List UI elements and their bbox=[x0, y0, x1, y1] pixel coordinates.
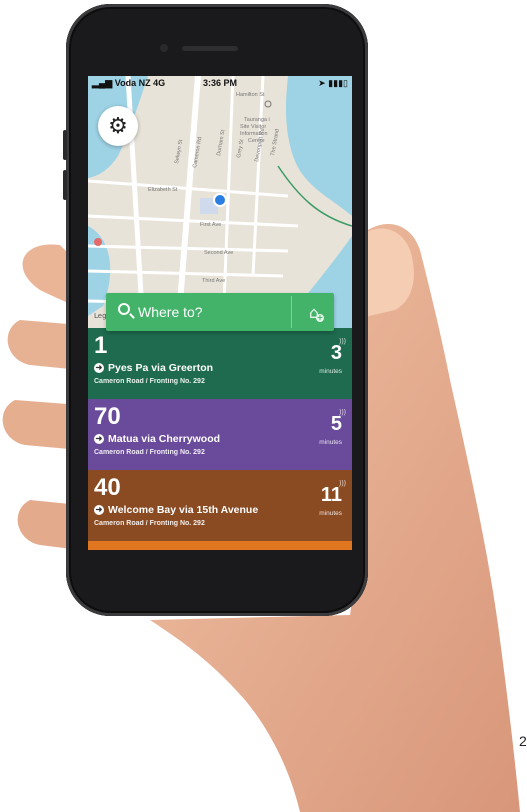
route-card[interactable]: 40 ➜ Welcome Bay via 15th Avenue Cameron… bbox=[88, 470, 352, 541]
map-attribution[interactable]: Leg bbox=[94, 312, 107, 320]
search-divider bbox=[291, 296, 292, 328]
front-camera bbox=[160, 44, 168, 52]
volume-button bbox=[63, 130, 67, 160]
search-input[interactable] bbox=[138, 302, 288, 322]
route-number: 1 bbox=[94, 332, 108, 359]
settings-button[interactable]: ⚙ bbox=[98, 106, 138, 146]
route-destination: ➜ Pyes Pa via Greerton bbox=[94, 362, 214, 374]
svg-text:Second Ave: Second Ave bbox=[204, 250, 233, 256]
route-destination: ➜ Welcome Bay via 15th Avenue bbox=[94, 504, 259, 516]
arrow-right-icon: ➜ bbox=[94, 363, 104, 373]
svg-text:Third Ave: Third Ave bbox=[202, 278, 225, 284]
route-eta-unit: minutes bbox=[319, 439, 342, 446]
route-stop: Cameron Road / Fronting No. 292 bbox=[94, 449, 205, 456]
route-number: 40 bbox=[94, 474, 121, 501]
status-time: 3:36 PM bbox=[202, 78, 237, 88]
route-destination: ➜ Matua via Cherrywood bbox=[94, 433, 221, 445]
route-stop: Cameron Road / Fronting No. 292 bbox=[94, 520, 205, 527]
battery-icon: ➤ ▮▮▮▯ bbox=[318, 78, 348, 88]
status-bar: ▂▄▆ Voda NZ 4G 3:36 PM ➤ ▮▮▮▯ bbox=[88, 76, 352, 92]
route-list: 1 ➜ Pyes Pa via Greerton Cameron Road / … bbox=[88, 328, 352, 541]
svg-text:First Ave: First Ave bbox=[200, 222, 221, 228]
route-eta: 11 bbox=[320, 484, 342, 506]
gear-icon: ⚙ bbox=[108, 113, 128, 139]
svg-text:Hamilton St: Hamilton St bbox=[236, 92, 265, 98]
app-screen: ▂▄▆ Voda NZ 4G 3:36 PM ➤ ▮▮▮▯ Hamilton S… bbox=[88, 76, 352, 550]
route-number: 70 bbox=[94, 403, 121, 430]
plus-icon: + bbox=[316, 313, 324, 322]
search-bar[interactable]: ⌂ + bbox=[106, 293, 334, 331]
route-eta: 3 bbox=[330, 342, 342, 364]
route-card[interactable]: 70 ➜ Matua via Cherrywood Cameron Road /… bbox=[88, 399, 352, 470]
search-icon bbox=[118, 303, 130, 315]
arrow-right-icon: ➜ bbox=[94, 505, 104, 515]
route-eta-unit: minutes bbox=[319, 368, 342, 375]
page-marker: 2 bbox=[519, 733, 527, 749]
route-eta: 5 bbox=[330, 413, 342, 435]
svg-text:Tauranga i: Tauranga i bbox=[244, 117, 270, 123]
route-eta-unit: minutes bbox=[319, 510, 342, 517]
arrow-right-icon: ➜ bbox=[94, 434, 104, 444]
volume-button bbox=[63, 170, 67, 200]
route-card[interactable]: 1 ➜ Pyes Pa via Greerton Cameron Road / … bbox=[88, 328, 352, 399]
next-route-peek[interactable] bbox=[88, 541, 352, 550]
svg-text:Elizabeth St: Elizabeth St bbox=[148, 187, 178, 193]
earpiece bbox=[182, 46, 238, 51]
home-button[interactable]: ⌂ + bbox=[298, 299, 330, 325]
route-stop: Cameron Road / Fronting No. 292 bbox=[94, 378, 205, 385]
